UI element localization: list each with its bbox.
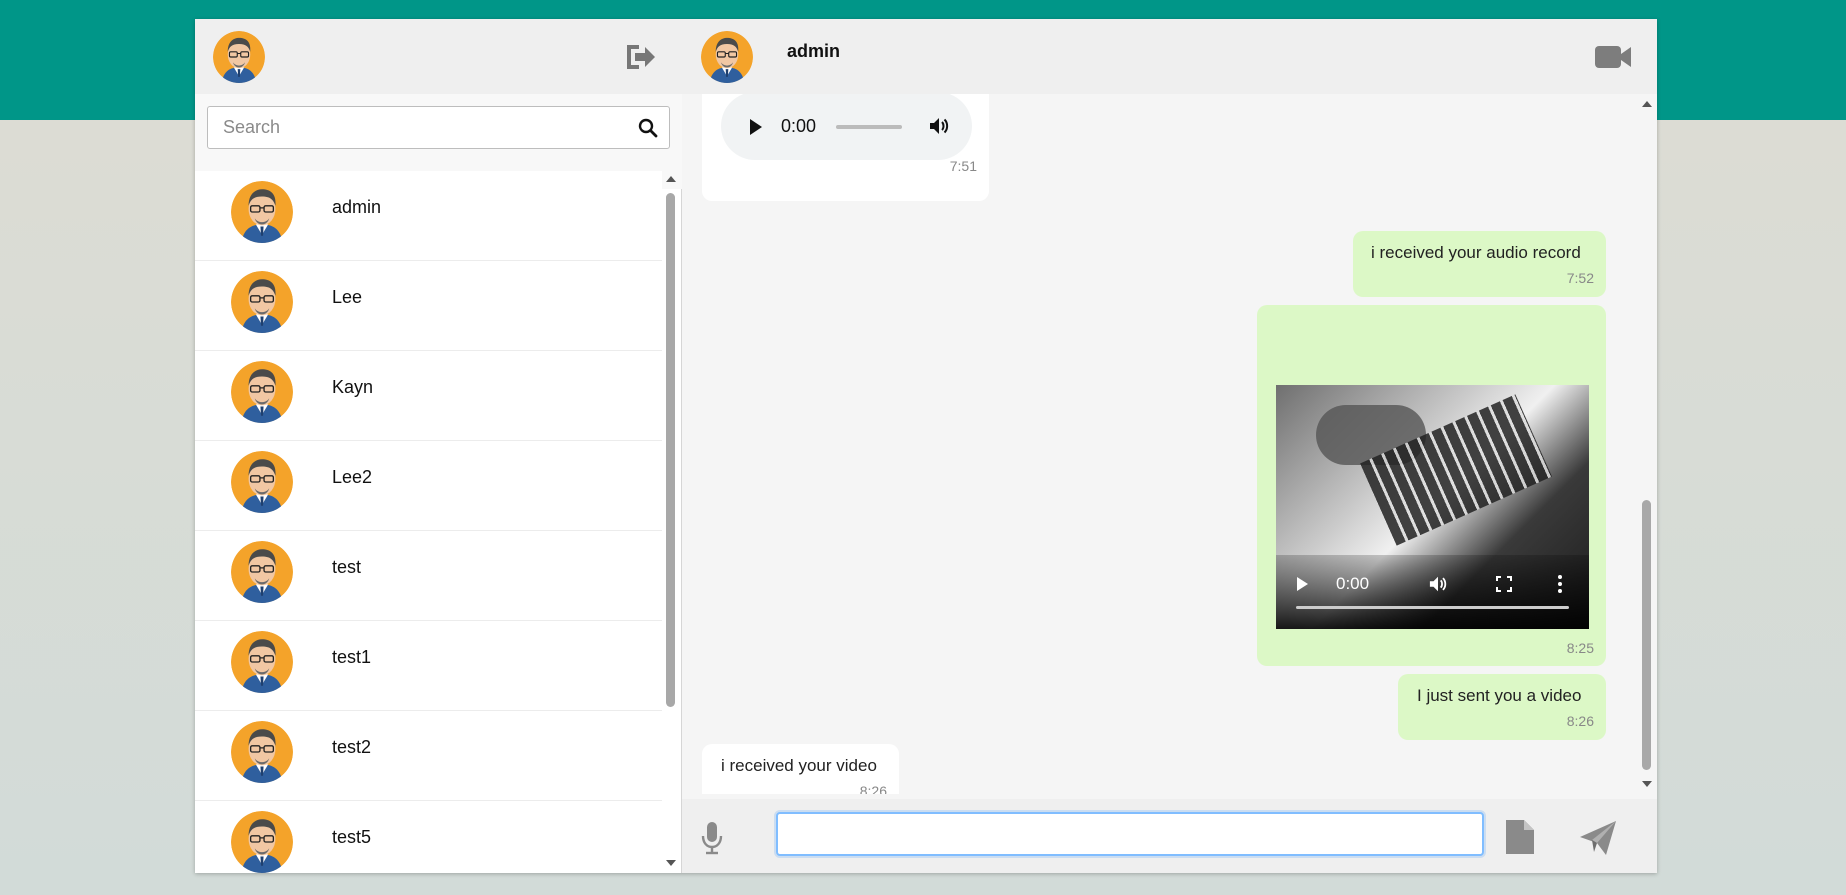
chat-contact-name: admin xyxy=(787,41,841,61)
video-camera-icon[interactable] xyxy=(1594,43,1632,71)
paper-plane-icon[interactable] xyxy=(1578,819,1618,857)
contact-avatar xyxy=(231,451,293,513)
file-icon[interactable] xyxy=(1504,818,1536,856)
contact-avatar xyxy=(231,631,293,693)
contact-list-scrollbar[interactable] xyxy=(662,171,680,873)
contact-avatar xyxy=(231,811,293,873)
contact-avatar xyxy=(231,361,293,423)
contact-name: test5 xyxy=(332,827,372,847)
contact-item-test2[interactable]: test2 xyxy=(195,711,662,801)
message-list: 0:00 7:51 i received your audio record 7… xyxy=(682,94,1637,794)
contact-name: admin xyxy=(332,197,382,217)
chat-contact-avatar[interactable] xyxy=(701,31,753,83)
contact-item-lee2[interactable]: Lee2 xyxy=(195,441,662,531)
message-time: 7:52 xyxy=(1566,270,1594,286)
video-current-time: 0:00 xyxy=(1336,574,1370,593)
audio-progress-bar[interactable] xyxy=(836,125,902,129)
logout-icon[interactable] xyxy=(623,41,657,73)
contact-name: Kayn xyxy=(332,377,374,397)
play-icon[interactable] xyxy=(1297,577,1308,591)
message-time: 8:26 xyxy=(1566,713,1594,729)
contact-item-test1[interactable]: test1 xyxy=(195,621,662,711)
contact-item-test[interactable]: test xyxy=(195,531,662,621)
play-icon[interactable] xyxy=(750,119,762,135)
contact-avatar xyxy=(231,181,293,243)
microphone-icon[interactable] xyxy=(700,821,724,855)
video-controls: 0:00 xyxy=(1276,555,1589,629)
chat-panel: admin 0:00 7:51 i received your audio re… xyxy=(682,19,1657,873)
message-text: I just sent you a video xyxy=(1417,686,1582,705)
message-time: 7:51 xyxy=(949,158,977,174)
scrollbar-thumb[interactable] xyxy=(1642,500,1651,770)
fullscreen-icon[interactable] xyxy=(1496,576,1512,592)
message-text: i received your audio record xyxy=(1371,243,1581,262)
chat-app-window: admin Lee Kayn Lee2 test test1 xyxy=(195,19,1657,873)
message-outgoing-video: 0:00 8:25 xyxy=(1257,305,1606,666)
message-incoming-audio: 0:00 7:51 xyxy=(702,94,989,201)
message-list-scrollbar[interactable] xyxy=(1637,94,1657,794)
scrollbar-thumb[interactable] xyxy=(666,193,675,707)
contact-name: test2 xyxy=(332,737,372,757)
search-icon[interactable] xyxy=(638,118,658,138)
message-text: i received your video xyxy=(721,756,877,775)
video-player[interactable]: 0:00 xyxy=(1276,385,1589,629)
contact-item-admin[interactable]: admin xyxy=(195,171,662,261)
contact-avatar xyxy=(231,541,293,603)
contact-name: Lee xyxy=(332,287,363,307)
scroll-down-arrow[interactable] xyxy=(666,860,676,866)
scroll-down-arrow[interactable] xyxy=(1642,781,1652,787)
scroll-up-arrow[interactable] xyxy=(666,176,676,182)
more-options-icon[interactable] xyxy=(1557,574,1563,594)
chat-header: admin xyxy=(682,19,1657,94)
message-time: 8:25 xyxy=(1566,640,1594,656)
sidebar-header xyxy=(195,19,682,94)
audio-current-time: 0:00 xyxy=(781,116,817,136)
contact-item-kayn[interactable]: Kayn xyxy=(195,351,662,441)
contact-name: Lee2 xyxy=(332,467,373,487)
my-avatar[interactable] xyxy=(213,31,265,83)
contact-avatar xyxy=(231,271,293,333)
message-time: 8:26 xyxy=(859,783,887,794)
message-outgoing: i received your audio record 7:52 xyxy=(1353,231,1606,297)
volume-icon[interactable] xyxy=(928,116,950,136)
contact-name: test1 xyxy=(332,647,372,667)
audio-player: 0:00 xyxy=(721,94,972,160)
contact-list: admin Lee Kayn Lee2 test test1 test2 tes… xyxy=(195,171,662,873)
contact-item-test5[interactable]: test5 xyxy=(195,801,662,873)
message-input[interactable] xyxy=(776,812,1484,856)
contact-avatar xyxy=(231,721,293,783)
scroll-up-arrow[interactable] xyxy=(1642,101,1652,107)
video-progress-bar[interactable] xyxy=(1296,606,1569,609)
message-composer xyxy=(682,799,1657,873)
volume-icon[interactable] xyxy=(1428,575,1448,593)
search-input[interactable] xyxy=(207,106,670,149)
contact-item-lee[interactable]: Lee xyxy=(195,261,662,351)
message-incoming: i received your video 8:26 xyxy=(702,744,899,794)
sidebar: admin Lee Kayn Lee2 test test1 xyxy=(195,19,682,873)
contact-name: test xyxy=(332,557,362,577)
message-outgoing: I just sent you a video 8:26 xyxy=(1398,674,1606,740)
